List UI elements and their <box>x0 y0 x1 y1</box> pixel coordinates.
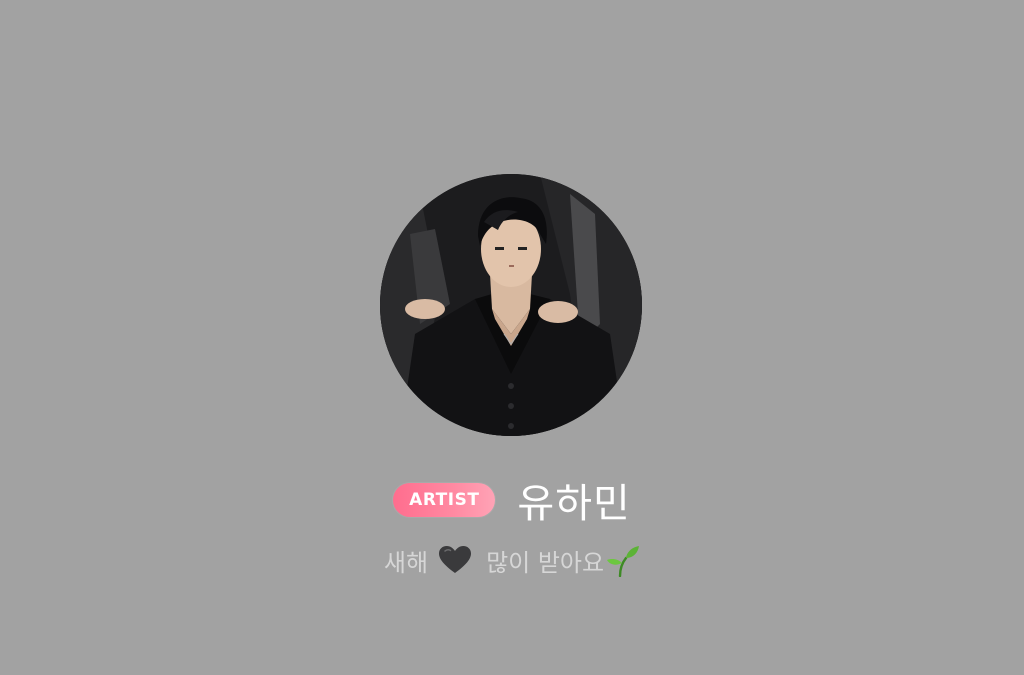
status-text-before: 새해 <box>383 548 429 577</box>
artist-badge: ARTIST <box>393 483 496 517</box>
status-text-after: 많이 받아요 <box>486 548 605 577</box>
sprout-icon <box>606 543 640 578</box>
avatar-illustration <box>380 174 642 436</box>
black-heart-icon <box>438 545 472 575</box>
artist-name: 유하민 <box>517 481 631 527</box>
avatar[interactable] <box>380 174 642 436</box>
profile-card: ARTIST 유하민 새해 많이 받아요 <box>0 0 1024 675</box>
status-message: 새해 많이 받아요 <box>0 540 1024 580</box>
name-row: ARTIST 유하민 <box>0 474 1024 527</box>
